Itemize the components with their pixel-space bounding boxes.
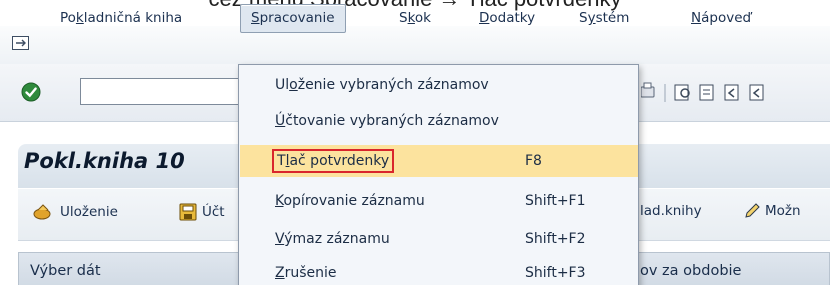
save-icon [33, 204, 51, 220]
shortcut-label: Shift+F2 [525, 231, 586, 247]
callout-box: Tlač potvrdenky [272, 149, 395, 173]
post-button[interactable]: Účt [179, 203, 225, 221]
options-button[interactable]: Možn [744, 203, 801, 219]
menu-skok[interactable]: Skok [399, 10, 431, 26]
menu-icon[interactable] [12, 36, 29, 50]
check-icon[interactable] [21, 82, 41, 102]
shortcut-label: Shift+F1 [525, 193, 586, 209]
find-next-icon[interactable] [699, 84, 714, 101]
find-icon[interactable] [674, 84, 690, 101]
page-title: Pokl.kniha 10 [24, 149, 185, 173]
shortcut-label: Shift+F3 [525, 265, 586, 281]
save-button[interactable]: Uloženie [33, 203, 118, 221]
command-field[interactable] [80, 78, 250, 105]
menu-item-delete-record[interactable]: Výmaz záznamu Shift+F2 [240, 223, 638, 255]
menu-item-save-selected[interactable]: Uloženie vybraných záznamov [240, 69, 638, 101]
section-label-period: ov za obdobie [640, 263, 742, 279]
menu-bar [0, 26, 830, 64]
section-label-data-selection: Výber dát [30, 263, 101, 279]
menu-item-post-selected[interactable]: Účtovanie vybraných záznamov [240, 105, 638, 137]
post-icon [179, 203, 197, 221]
first-page-icon[interactable] [724, 84, 739, 101]
print-icon[interactable] [641, 82, 655, 98]
menu-dodatky[interactable]: Dodatky [479, 10, 535, 26]
menu-system[interactable]: Systém [579, 10, 629, 26]
shortcut-label: F8 [525, 153, 542, 169]
toolbar-icon-group [641, 82, 764, 102]
menu-item-cancel[interactable]: Zrušenie Shift+F3 [240, 257, 638, 285]
journal-button[interactable]: lad.knihy [640, 203, 702, 219]
previous-page-icon[interactable] [749, 84, 764, 101]
menu-item-copy-record[interactable]: Kopírovanie záznamu Shift+F1 [240, 185, 638, 217]
menu-item-print-receipt[interactable]: Tlač potvrdenky F8 [240, 145, 638, 177]
pencil-icon [745, 203, 760, 218]
menu-napoveda[interactable]: Nápoveď [691, 10, 751, 26]
menu-pokladnicna-kniha[interactable]: Pokladničná kniha [60, 10, 182, 26]
spracovanie-dropdown: Uloženie vybraných záznamov Účtovanie vy… [238, 64, 639, 285]
menu-spracovanie[interactable]: Spracovanie [240, 4, 346, 33]
